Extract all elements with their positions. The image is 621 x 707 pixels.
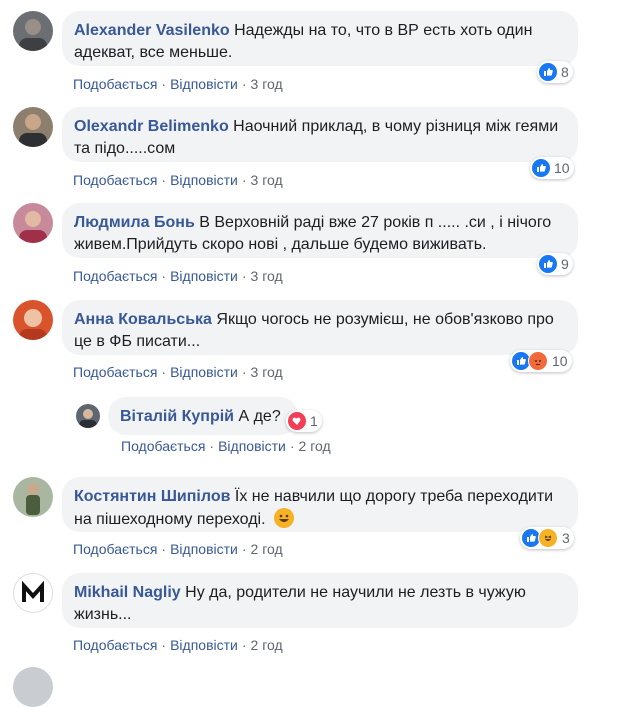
separator: · [289,438,295,454]
like-reaction-icon [532,159,550,177]
separator: · [161,76,167,92]
comment-time[interactable]: 2 год [251,637,283,653]
comment-time[interactable]: 2 год [299,438,331,454]
reaction-count[interactable]: 10 [510,350,572,372]
comment-author[interactable]: Костянтин Шипілов [74,488,230,505]
avatar[interactable] [13,573,53,613]
reply-link[interactable]: Відповісти [170,172,238,188]
like-link[interactable]: Подобається [73,541,157,557]
comment-author[interactable]: Olexandr Belimenko [74,118,229,135]
separator: · [161,364,167,380]
comment-time[interactable]: 3 год [251,76,283,92]
reaction-count[interactable]: 8 [537,61,573,83]
reply-link[interactable]: Відповісти [170,541,238,557]
comment-author[interactable]: Alexander Vasilenko [74,22,230,39]
comment-actions: Подобається · Відповісти · 3 год [73,268,283,284]
comment-bubble: Анна Ковальська Якщо чогось не розумієш,… [62,300,578,355]
comment-time[interactable]: 3 год [251,268,283,284]
reply-link[interactable]: Відповісти [170,76,238,92]
like-link[interactable]: Подобається [121,438,205,454]
separator: · [209,438,215,454]
separator: · [241,541,247,557]
like-link[interactable]: Подобається [73,172,157,188]
separator: · [161,172,167,188]
like-reaction-icon [539,63,557,81]
heart-reaction-icon [288,412,306,430]
comment-actions: Подобається · Відповісти · 3 год [73,76,283,92]
reaction-count-label: 3 [562,530,570,546]
reply-link[interactable]: Відповісти [170,364,238,380]
separator: · [241,637,247,653]
reply-link[interactable]: Відповісти [218,438,286,454]
reaction-count-label: 1 [310,413,318,429]
reply-link[interactable]: Відповісти [170,637,238,653]
separator: · [241,364,247,380]
comment-bubble: Костянтин Шипілов Їх не навчили що дорог… [62,477,578,532]
grinning-emoji-icon [274,508,295,528]
separator: · [241,76,247,92]
haha-reaction-icon [538,528,558,548]
avatar[interactable] [13,107,53,147]
reaction-count[interactable]: 9 [537,253,573,275]
reaction-count[interactable]: 3 [520,527,574,549]
angry-reaction-icon [528,351,548,371]
comment-time[interactable]: 2 год [251,541,283,557]
separator: · [241,172,247,188]
reaction-count-label: 10 [554,160,570,176]
like-link[interactable]: Подобається [73,637,157,653]
comment-author[interactable]: Людмила Бонь [74,214,195,231]
like-link[interactable]: Подобається [73,76,157,92]
reaction-count-label: 10 [552,353,568,369]
comment-bubble: Людмила Бонь В Верховній раді вже 27 рок… [62,203,578,258]
avatar[interactable] [13,300,53,340]
comment-bubble: Mikhail Nagliy Ну да, родители не научил… [62,573,578,628]
avatar[interactable] [13,203,53,243]
comment-time[interactable]: 3 год [251,364,283,380]
comment-actions: Подобається · Відповісти · 2 год [73,541,283,557]
comment-text: А де? [238,408,281,425]
avatar[interactable] [13,477,53,517]
like-reaction-icon [539,255,557,273]
avatar[interactable] [13,11,53,51]
comment-author[interactable]: Mikhail Nagliy [74,584,181,601]
comment-actions: Подобається · Відповісти · 3 год [73,364,283,380]
reaction-count[interactable]: 10 [530,157,574,179]
comment-actions: Подобається · Відповісти · 2 год [121,438,331,454]
separator: · [241,268,247,284]
comment-author[interactable]: Віталій Купрій [120,408,234,425]
like-link[interactable]: Подобається [73,364,157,380]
comment-bubble: Alexander Vasilenko Надежды на то, что в… [62,11,578,66]
avatar[interactable] [13,667,53,707]
comment-actions: Подобається · Відповісти · 2 год [73,637,283,653]
comment-bubble: Olexandr Belimenko Наочний приклад, в чо… [62,107,578,162]
separator: · [161,637,167,653]
reaction-count-label: 9 [561,256,569,272]
like-link[interactable]: Подобається [73,268,157,284]
separator: · [161,541,167,557]
separator: · [161,268,167,284]
comment-bubble: Віталій Купрій А де? [108,397,298,435]
comment-time[interactable]: 3 год [251,172,283,188]
reply-link[interactable]: Відповісти [170,268,238,284]
comment-actions: Подобається · Відповісти · 3 год [73,172,283,188]
reaction-count-label: 8 [561,64,569,80]
avatar[interactable] [76,404,100,428]
reaction-count[interactable]: 1 [286,410,322,432]
comment-author[interactable]: Анна Ковальська [74,311,212,328]
